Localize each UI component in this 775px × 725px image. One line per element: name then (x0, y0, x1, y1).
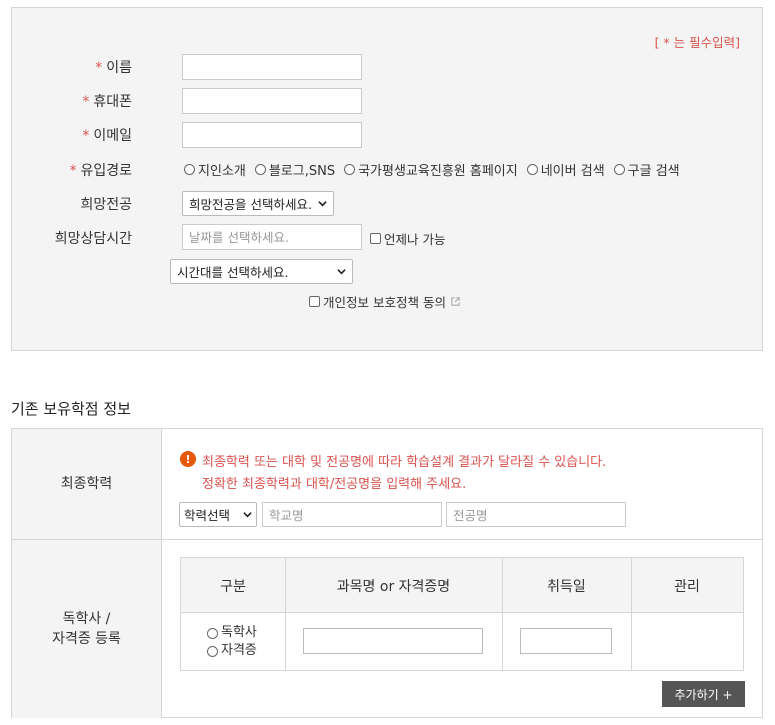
type-option-certificate[interactable]: 자격증 (207, 642, 257, 660)
warning-icon: ! (180, 451, 196, 467)
radio-icon (207, 627, 218, 639)
type-option-self-study[interactable]: 독학사 (207, 624, 257, 642)
school-input[interactable]: 학교명 (262, 502, 442, 527)
self-study-label: 독학사 / 자격증 등록 (12, 540, 162, 718)
checkbox-icon (309, 296, 320, 307)
name-input[interactable] (182, 54, 362, 80)
source-radio-group: 지인소개 블로그,SNS 국가평생교육진흥원 홈페이지 네이버 검색 구글 검색 (184, 160, 689, 179)
required-mark: * (82, 94, 90, 110)
anytime-checkbox[interactable]: 언제나 가능 (370, 229, 445, 248)
source-option-nile-homepage[interactable]: 국가평생교육진흥원 홈페이지 (344, 160, 518, 179)
chevron-down-icon (243, 512, 252, 518)
external-link-icon[interactable] (450, 296, 461, 307)
major-select-value: 희망전공을 선택하세요. (189, 197, 312, 212)
education-label: 최종학력 (12, 429, 162, 539)
column-divider (502, 558, 503, 670)
warning-text-2: 정확한 최종학력과 대학/전공명을 입력해 주세요. (202, 477, 467, 492)
radio-icon (184, 164, 195, 175)
date-input[interactable] (182, 224, 362, 250)
privacy-agree-checkbox[interactable]: 개인정보 보호정책 동의 (309, 292, 461, 311)
header-subject: 과목명 or 자격증명 (336, 578, 451, 595)
header-manage: 관리 (674, 578, 700, 595)
education-select[interactable]: 학력선택 (179, 502, 257, 527)
self-study-label-line2: 자격증 등록 (52, 631, 121, 647)
section-title: 기존 보유학점 정보 (11, 400, 131, 418)
self-study-table: 구분 과목명 or 자격증명 취득일 관리 독학사 자격증 (180, 557, 744, 671)
required-note: [ * 는 필수입력] (654, 35, 740, 50)
source-option-referral[interactable]: 지인소개 (184, 160, 246, 179)
column-divider (631, 558, 632, 670)
header-type: 구분 (220, 578, 246, 595)
time-label: 희망상담시간 (54, 231, 132, 247)
add-button[interactable]: 추가하기 + (662, 681, 745, 707)
required-mark: * (95, 60, 103, 76)
name-label: * 이름 (95, 60, 132, 76)
chevron-down-icon (337, 269, 346, 275)
email-label: * 이메일 (82, 128, 132, 144)
chevron-down-icon (318, 201, 327, 207)
major-label: 희망전공 (80, 197, 132, 213)
warning-text-1: 최종학력 또는 대학 및 전공명에 따라 학습설계 결과가 달라질 수 있습니다… (202, 455, 607, 470)
required-mark: * (82, 128, 90, 144)
source-option-google[interactable]: 구글 검색 (613, 160, 680, 179)
phone-input[interactable] (182, 88, 362, 114)
source-option-naver[interactable]: 네이버 검색 (526, 160, 605, 179)
email-input[interactable] (182, 122, 362, 148)
subject-input[interactable] (303, 628, 483, 654)
major-select[interactable]: 희망전공을 선택하세요. (182, 191, 334, 216)
checkbox-icon (370, 233, 381, 244)
time-select[interactable]: 시간대를 선택하세요. (170, 259, 353, 284)
time-select-value: 시간대를 선택하세요. (177, 265, 289, 280)
radio-icon (613, 164, 625, 175)
self-study-label-line1: 독학사 / (62, 611, 111, 627)
major-input[interactable]: 전공명 (446, 502, 626, 527)
radio-icon (344, 164, 356, 175)
education-select-value: 학력선택 (184, 508, 231, 523)
credits-table: 최종학력 ! 최종학력 또는 대학 및 전공명에 따라 학습설계 결과가 달라질… (11, 428, 763, 718)
radio-icon (207, 645, 218, 657)
phone-label: * 휴대폰 (82, 94, 132, 110)
source-option-blog[interactable]: 블로그,SNS (254, 160, 335, 179)
radio-icon (526, 164, 538, 175)
type-radio-group: 독학사 자격증 (207, 624, 257, 660)
required-mark: * (69, 163, 77, 179)
consultation-form: [ * 는 필수입력] * 이름 * 휴대폰 * 이메일 * 유입경로 지인소개 블로그… (11, 7, 763, 351)
column-divider (285, 558, 286, 670)
radio-icon (254, 164, 266, 175)
source-label: * 유입경로 (69, 163, 132, 179)
header-date: 취득일 (547, 578, 586, 595)
date-acquired-input[interactable] (520, 628, 612, 654)
